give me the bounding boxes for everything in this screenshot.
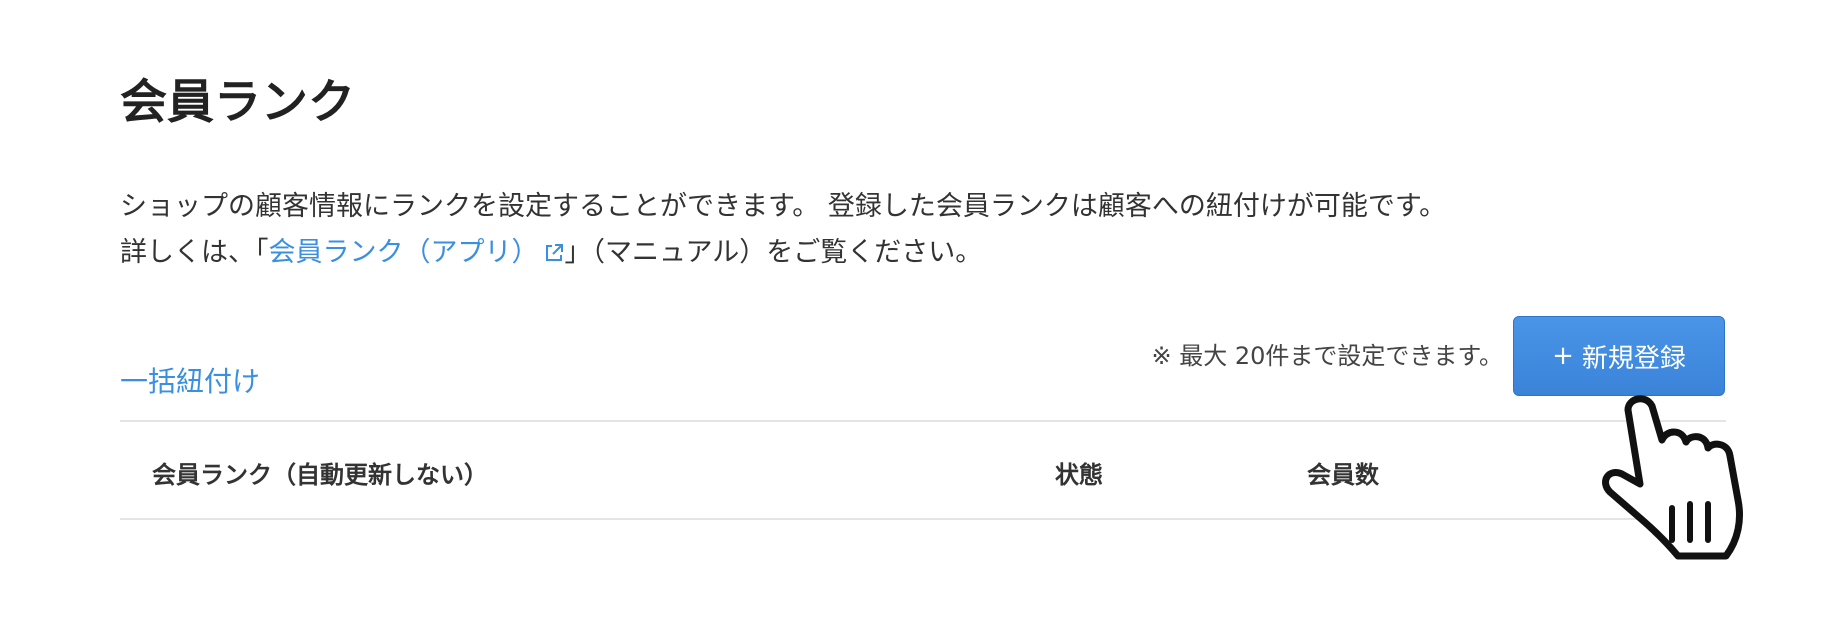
limit-note: ※ 最大 20件まで設定できます。 [1151, 342, 1503, 370]
new-registration-button[interactable]: + 新規登録 [1513, 316, 1725, 396]
description-line-2: 詳しくは、「会員ランク（アプリ） 」（マニュアル）をご覧ください。 [120, 230, 1446, 276]
new-registration-label: 新規登録 [1581, 343, 1686, 374]
page-title: 会員ランク [120, 75, 355, 130]
plus-icon: + [1552, 341, 1574, 371]
manual-link-label: 会員ランク（アプリ） [268, 237, 539, 268]
bulk-link-button[interactable]: 一括紐付け [120, 360, 260, 400]
column-header-rank[interactable]: 会員ランク（自動更新しない） [152, 455, 488, 490]
column-header-member-count[interactable]: 会員数 [1307, 455, 1379, 490]
manual-link[interactable]: 会員ランク（アプリ） [269, 237, 565, 268]
member-rank-table: 会員ランク（自動更新しない） 状態 会員数 [120, 420, 1726, 520]
description-line-2-prefix: 詳しくは、「 [120, 237, 269, 268]
description-line-1: ショップの顧客情報にランクを設定することができます。 登録した会員ランクは顧客へ… [120, 191, 1447, 222]
column-header-status[interactable]: 状態 [1055, 455, 1103, 490]
description: ショップの顧客情報にランクを設定することができます。 登録した会員ランクは顧客へ… [120, 184, 1446, 276]
external-link-icon [545, 244, 563, 261]
description-line-2-suffix: 」（マニュアル）をご覧ください。 [564, 237, 983, 268]
